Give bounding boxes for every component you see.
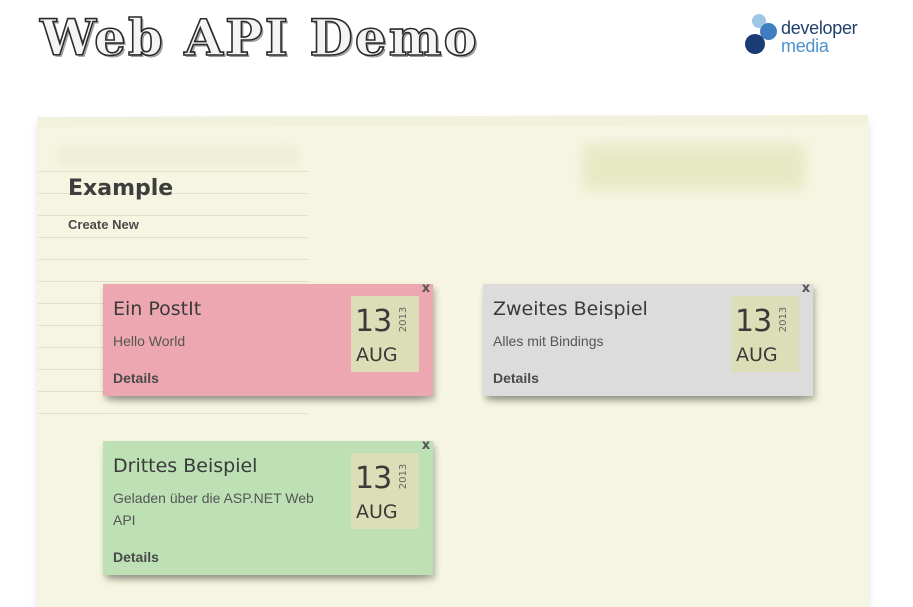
postit-note: x Zweites Beispiel Alles mit Bindings De… [483,281,813,396]
postit-note: x Ein PostIt Hello World Details 13 2013… [103,281,433,396]
date-year: 2013 [777,306,789,333]
note-text: Hello World [113,333,186,349]
paper-background: Example Create New x Ein PostIt Hello Wo… [38,122,868,607]
create-new-link[interactable]: Create New [68,217,139,232]
note-title: Ein PostIt [113,298,202,320]
date-month: AUG [356,501,398,523]
paper-smudge [583,144,805,190]
note-text: Alles mit Bindings [493,333,604,349]
note-title: Zweites Beispiel [493,298,648,320]
note-text: Geladen über die ASP.NET Web API [113,490,314,528]
close-icon[interactable]: x [799,281,813,297]
date-year: 2013 [397,463,409,490]
note-title: Drittes Beispiel [113,455,258,477]
date-tag: 13 2013 AUG [731,296,799,372]
paper-smudge [58,146,298,166]
date-month: AUG [736,344,778,366]
details-link[interactable]: Details [493,370,539,386]
date-year: 2013 [397,306,409,333]
date-day: 13 [355,461,392,496]
date-tag: 13 2013 AUG [351,296,419,372]
date-day: 13 [355,304,392,339]
date-tag: 13 2013 AUG [351,453,419,529]
postit-note: x Drittes Beispiel Geladen über die ASP.… [103,438,433,575]
logo-icon [744,14,778,54]
page-heading: Example [68,176,174,201]
brand-name-line2: media [781,36,829,56]
developer-media-logo[interactable]: developer media [744,14,874,56]
site-title: Web API Demo [39,7,479,68]
details-link[interactable]: Details [113,370,159,386]
date-month: AUG [356,344,398,366]
details-link[interactable]: Details [113,549,159,565]
close-icon[interactable]: x [419,438,433,454]
close-icon[interactable]: x [419,281,433,297]
date-day: 13 [735,304,772,339]
